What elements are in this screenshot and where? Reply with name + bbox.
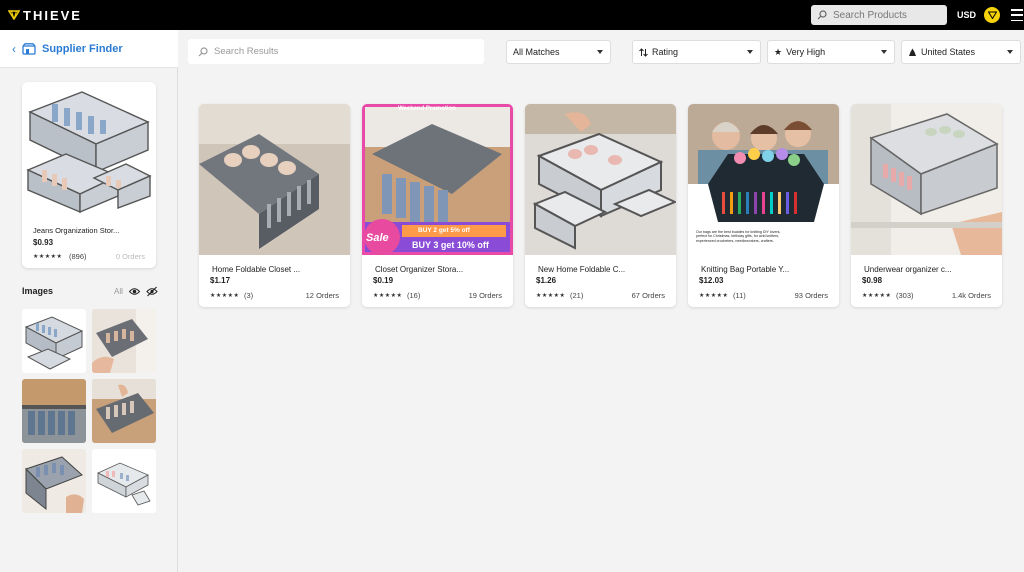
country-dropdown[interactable]: United States xyxy=(901,40,1021,64)
sidebar: ‹ Supplier Finder Jeans Organization Sto… xyxy=(0,30,178,572)
sale-label: Sale xyxy=(366,232,389,244)
product-stars: ★★★★★ xyxy=(210,293,240,299)
search-icon xyxy=(817,10,827,20)
gallery-image[interactable] xyxy=(22,309,86,373)
brand-name: THIEVE xyxy=(23,7,82,23)
product-title: Underwear organizer c... xyxy=(864,265,952,274)
product-image xyxy=(199,104,350,255)
product-stars: ★★★★★ xyxy=(373,293,403,299)
results-search-input[interactable] xyxy=(214,46,464,57)
product-title: Knitting Bag Portable Y... xyxy=(701,265,790,274)
rating-level-dropdown[interactable]: ★ Very High xyxy=(767,40,895,64)
country-value: United States xyxy=(921,47,976,57)
product-stars: ★★★★★ xyxy=(862,293,892,299)
main-product-reviews: (896) xyxy=(69,252,87,261)
page-title[interactable]: Supplier Finder xyxy=(42,43,123,55)
results-search[interactable] xyxy=(188,39,484,64)
product-image-caption: Our bags are the best buddies for knitti… xyxy=(696,230,781,243)
product-title: Home Foldable Closet ... xyxy=(212,265,301,274)
gem-icon xyxy=(987,11,997,19)
store-icon xyxy=(22,42,36,55)
product-card[interactable]: Home Foldable Closet ... $1.17 ★★★★★ (3)… xyxy=(199,104,350,307)
main-product-orders: 0 Orders xyxy=(115,252,145,261)
logo-gem-icon xyxy=(8,10,20,20)
product-orders: 93 Orders xyxy=(794,291,828,300)
product-reviews: (303) xyxy=(896,291,914,300)
supplier-finder-header: ‹ Supplier Finder xyxy=(0,30,178,68)
matches-value: All Matches xyxy=(513,47,560,57)
product-reviews: (3) xyxy=(244,291,254,300)
avatar[interactable] xyxy=(984,7,1000,23)
product-orders: 12 Orders xyxy=(305,291,339,300)
product-reviews: (21) xyxy=(570,291,584,300)
product-image xyxy=(525,104,676,255)
eye-icon[interactable] xyxy=(129,287,140,296)
gallery-image[interactable] xyxy=(92,309,156,373)
product-image xyxy=(851,104,1002,255)
star-icon: ★ xyxy=(774,46,783,57)
product-orders: 1.4k Orders xyxy=(951,291,991,300)
product-price: $1.26 xyxy=(536,276,557,285)
product-stars: ★★★★★ xyxy=(699,293,729,299)
gallery-image[interactable] xyxy=(22,449,86,513)
main-product-card[interactable]: Jeans Organization Stor... $0.93 ★★★★★ (… xyxy=(22,82,156,268)
back-icon[interactable]: ‹ xyxy=(12,42,16,56)
gallery-image[interactable] xyxy=(92,449,156,513)
product-price: $1.17 xyxy=(210,276,231,285)
chevron-down-icon xyxy=(1007,50,1013,54)
product-stars: ★★★★★ xyxy=(536,293,566,299)
images-label: Images xyxy=(22,286,54,296)
product-orders: 19 Orders xyxy=(468,291,502,300)
chevron-down-icon xyxy=(881,50,887,54)
main-product-stars: ★★★★★ xyxy=(33,254,63,260)
product-title: Closet Organizer Stora... xyxy=(375,265,464,274)
product-card[interactable]: Weekend Promotion Sale BUY 2 get 5% off … xyxy=(362,104,513,307)
promo-banner-title: Weekend Promotion xyxy=(398,106,456,112)
currency-selector[interactable]: USD xyxy=(957,10,976,20)
chevron-down-icon xyxy=(747,50,753,54)
gallery-image[interactable] xyxy=(22,379,86,443)
promo-line-2: BUY 3 get 10% off xyxy=(412,240,489,250)
product-price: $12.03 xyxy=(699,276,724,285)
product-price: $0.98 xyxy=(862,276,883,285)
product-search[interactable] xyxy=(811,5,947,25)
product-card[interactable]: Underwear organizer c... $0.98 ★★★★★ (30… xyxy=(851,104,1002,307)
main-product-title: Jeans Organization Stor... xyxy=(33,226,120,235)
chevron-down-icon xyxy=(597,50,603,54)
sort-value: Rating xyxy=(652,47,679,57)
product-card[interactable]: New Home Foldable C... $1.26 ★★★★★ (21) … xyxy=(525,104,676,307)
main-product-price: $0.93 xyxy=(33,238,54,247)
all-images-toggle[interactable]: All xyxy=(114,287,123,296)
search-icon xyxy=(198,46,208,56)
location-icon xyxy=(909,48,916,56)
product-orders: 67 Orders xyxy=(631,291,665,300)
product-reviews: (11) xyxy=(733,291,746,300)
hamburger-menu-icon[interactable] xyxy=(1011,9,1023,21)
product-title: New Home Foldable C... xyxy=(538,265,626,274)
eye-off-icon[interactable] xyxy=(146,286,158,297)
product-search-input[interactable] xyxy=(833,9,943,21)
main-product-image xyxy=(22,82,156,216)
product-reviews: (16) xyxy=(407,291,421,300)
product-card[interactable]: Our bags are the best buddies for knitti… xyxy=(688,104,839,307)
top-bar: THIEVE USD xyxy=(0,0,1024,30)
product-price: $0.19 xyxy=(373,276,394,285)
sort-dropdown[interactable]: Rating xyxy=(632,40,761,64)
matches-dropdown[interactable]: All Matches xyxy=(506,40,611,64)
images-header: Images All xyxy=(22,286,158,298)
rating-level-value: Very High xyxy=(786,47,826,57)
brand-logo[interactable]: THIEVE xyxy=(8,8,82,23)
sort-icon xyxy=(639,47,648,57)
promo-line-1: BUY 2 get 5% off xyxy=(418,227,470,234)
gallery-image[interactable] xyxy=(92,379,156,443)
